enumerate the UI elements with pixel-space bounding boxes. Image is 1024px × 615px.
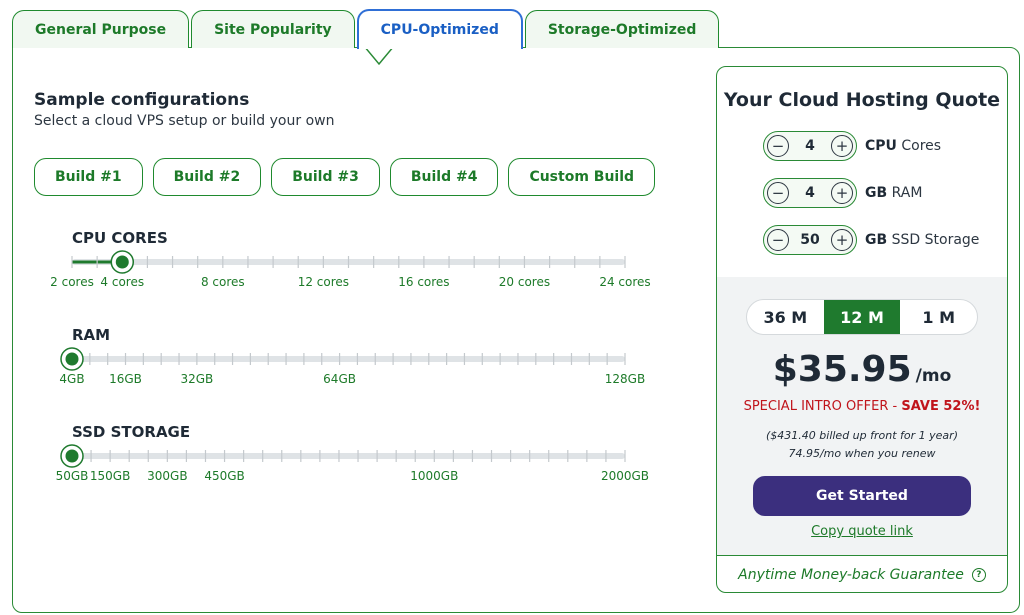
build-buttons: Build #1 Build #2 Build #3 Build #4 Cust… [34, 158, 656, 196]
storage-stepper-row: − 50 + GB SSD Storage [763, 225, 979, 255]
special-offer: SPECIAL INTRO OFFER - SAVE 52%! [743, 399, 981, 414]
slider-track[interactable] [72, 453, 625, 459]
slider-tick-label: 4GB [59, 372, 84, 386]
storage-minus-button[interactable]: − [767, 229, 789, 251]
slider-tick-label: 2000GB [601, 469, 649, 483]
term-12-months[interactable]: 12 M [823, 300, 901, 334]
slider-tick-label: 32GB [180, 372, 213, 386]
slider-tick-label: 150GB [90, 469, 130, 483]
section-subtitle: Select a cloud VPS setup or build your o… [34, 113, 335, 129]
ram-plus-button[interactable]: + [831, 182, 853, 204]
cpu-minus-button[interactable]: − [767, 135, 789, 157]
cpu-unit-label: CPU Cores [865, 138, 942, 154]
slider-tick-label: 1000GB [410, 469, 458, 483]
cpu-plus-button[interactable]: + [831, 135, 853, 157]
slider-tick-label: 64GB [323, 372, 356, 386]
section-title: Sample configurations [34, 90, 250, 110]
billing-note: ($431.40 billed up front for 1 year) 74.… [717, 427, 1007, 463]
cpu-value: 4 [805, 138, 815, 154]
renewal-price: 74.95/mo when you renew [788, 447, 936, 460]
quote-title: Your Cloud Hosting Quote [723, 89, 1001, 111]
ram-slider[interactable]: 4GB 16GB 32GB 64GB 128GB [40, 337, 660, 386]
tab-general-purpose[interactable]: General Purpose [12, 10, 190, 48]
slider-tick-label: 128GB [605, 372, 645, 386]
storage-unit-label: GB SSD Storage [865, 232, 980, 248]
plan-tabs: General Purpose Site Popularity CPU-Opti… [12, 9, 720, 49]
quote-panel: Your Cloud Hosting Quote − 4 + CPU Cores… [716, 66, 1008, 593]
slider-handle[interactable] [60, 347, 84, 371]
ssd-storage-slider[interactable]: 50GB 150GB 300GB 450GB 1000GB 2000GB [40, 434, 660, 483]
guarantee-text: Anytime Money-back Guarantee [738, 566, 964, 583]
cpu-cores-slider[interactable]: 2 cores 4 cores 8 cores 12 cores 16 cores 20 … [40, 240, 660, 289]
build-4-button[interactable]: Build #4 [389, 158, 499, 196]
help-icon[interactable]: ? [971, 567, 986, 582]
copy-quote-link[interactable]: Copy quote link [717, 524, 1007, 539]
money-back-guarantee: Anytime Money-back Guarantee ? [717, 555, 1007, 592]
slider-tick-label: 2 cores [50, 275, 94, 289]
slider-tick-label: 16 cores [398, 275, 449, 289]
ram-stepper-row: − 4 + GB RAM [763, 178, 922, 208]
savings-badge: SAVE 52%! [901, 399, 981, 414]
slider-tick-label: 20 cores [499, 275, 550, 289]
build-2-button[interactable]: Build #2 [152, 158, 262, 196]
tab-storage-optimized[interactable]: Storage-Optimized [524, 10, 720, 48]
build-3-button[interactable]: Build #3 [271, 158, 380, 196]
cpu-stepper-row: − 4 + CPU Cores [763, 131, 941, 161]
slider-tick-label: 450GB [204, 469, 244, 483]
tab-cpu-optimized[interactable]: CPU-Optimized [356, 9, 523, 49]
tab-site-popularity[interactable]: Site Popularity [191, 10, 355, 48]
slider-tick-label: 16GB [109, 372, 142, 386]
ram-stepper: − 4 + [763, 178, 857, 208]
slider-tick-label: 24 cores [599, 275, 650, 289]
storage-stepper: − 50 + [763, 225, 857, 255]
term-1-month[interactable]: 1 M [900, 300, 977, 334]
term-toggle: 36 M 12 M 1 M [746, 299, 978, 335]
term-36-months[interactable]: 36 M [747, 300, 824, 334]
slider-track[interactable] [72, 356, 625, 362]
slider-tick-label: 8 cores [201, 275, 245, 289]
pricing-section: 36 M 12 M 1 M $35.95/mo SPECIAL INTRO OF… [717, 277, 1007, 555]
build-1-button[interactable]: Build #1 [34, 158, 143, 196]
get-started-button[interactable]: Get Started [753, 476, 971, 516]
ram-minus-button[interactable]: − [767, 182, 789, 204]
cpu-stepper: − 4 + [763, 131, 857, 161]
ram-value: 4 [805, 185, 815, 201]
price-display: $35.95/mo [717, 349, 1007, 390]
slider-tick-label: 4 cores [100, 275, 144, 289]
slider-tick-label: 12 cores [298, 275, 349, 289]
slider-tick-label: 300GB [147, 469, 187, 483]
slider-handle[interactable] [110, 250, 135, 274]
storage-value: 50 [800, 232, 820, 248]
billed-up-front: ($431.40 billed up front for 1 year) [766, 429, 958, 442]
ram-unit-label: GB RAM [865, 185, 923, 201]
slider-handle[interactable] [60, 444, 84, 468]
storage-plus-button[interactable]: + [830, 229, 853, 251]
custom-build-button[interactable]: Custom Build [508, 158, 656, 196]
price-period: /mo [915, 366, 952, 386]
active-tab-pointer [364, 46, 394, 66]
price-amount: $35.95 [772, 349, 912, 390]
slider-tick-label: 50GB [56, 469, 89, 483]
